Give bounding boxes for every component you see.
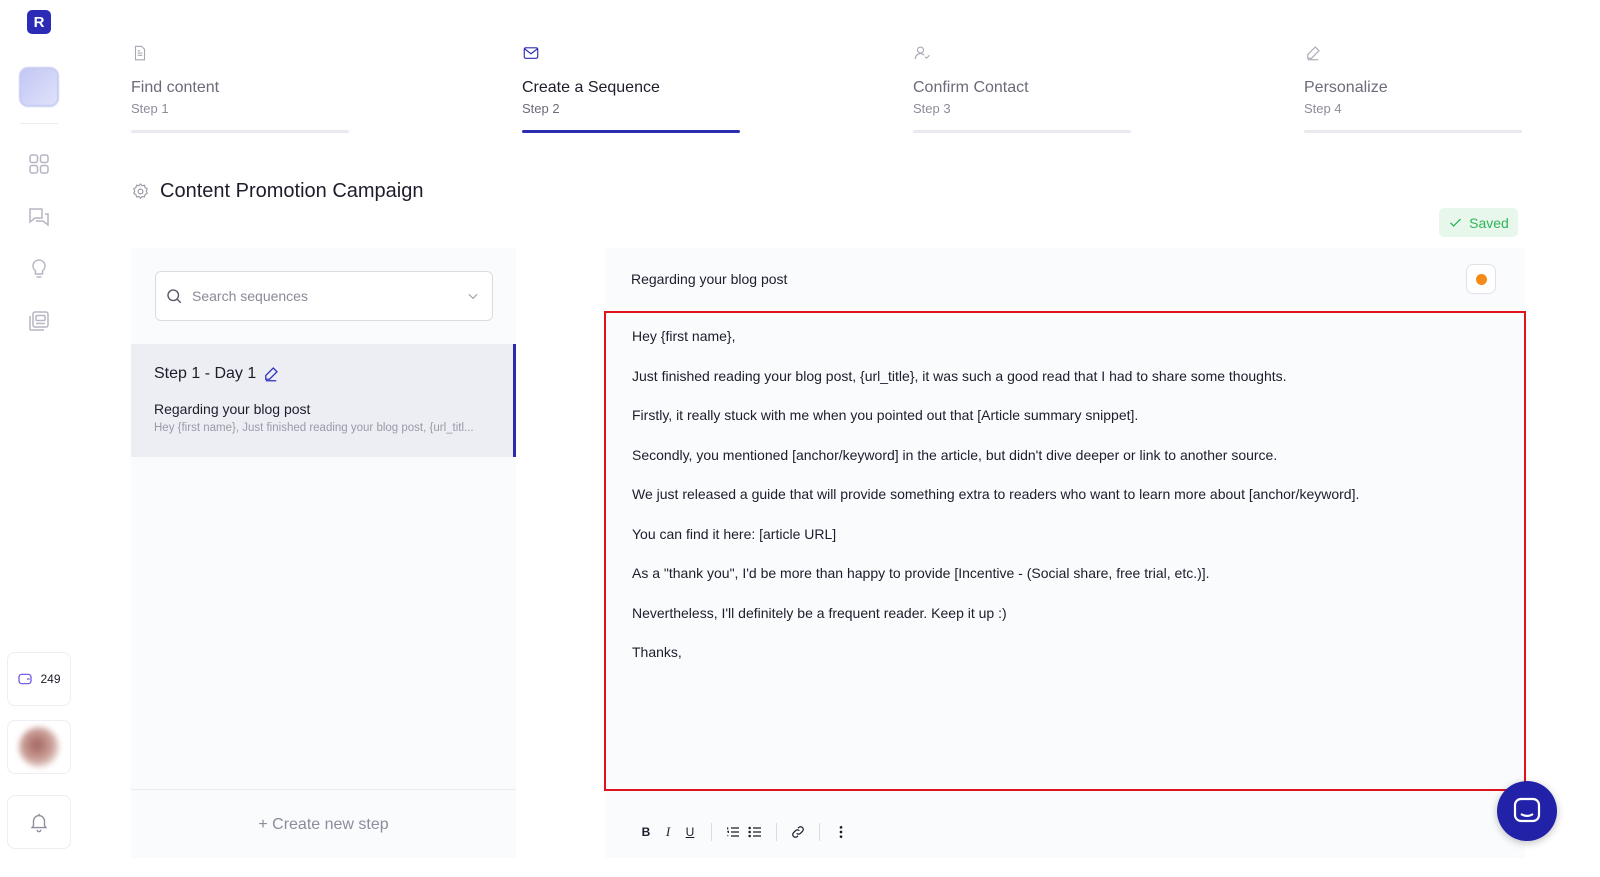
bold-button[interactable]: B (635, 821, 657, 843)
document-icon (131, 44, 349, 67)
step-progress-bar (522, 130, 740, 133)
chat-icon[interactable] (26, 204, 52, 230)
page-title: Content Promotion Campaign (160, 180, 424, 202)
step-progress-bar (1304, 130, 1522, 133)
status-indicator-button[interactable] (1466, 264, 1496, 294)
step-number: Step 3 (913, 101, 951, 116)
step-personalize[interactable]: Personalize Step 4 (1304, 44, 1522, 136)
app-root: R 249 Find content Step 1 Create a Seque… (0, 0, 1600, 877)
sequence-step-item[interactable]: Step 1 - Day 1 Regarding your blog post … (131, 344, 516, 457)
email-body-line: Firstly, it really stuck with me when yo… (632, 407, 1139, 423)
sequence-search[interactable] (155, 271, 493, 321)
workspace-avatar[interactable] (19, 67, 59, 107)
underline-button[interactable]: U (679, 821, 701, 843)
toolbar-divider (819, 823, 820, 841)
step-title: Personalize (1304, 79, 1388, 96)
email-body-line: You can find it here: [article URL] (632, 525, 837, 542)
user-avatar-button[interactable] (7, 720, 71, 774)
create-new-step-button[interactable]: + Create new step (131, 816, 516, 834)
panel-divider (131, 789, 516, 790)
edit-icon[interactable] (262, 365, 280, 383)
email-subject[interactable]: Regarding your blog post (631, 271, 787, 287)
step-number: Step 4 (1304, 101, 1342, 116)
link-icon (792, 826, 804, 838)
more-options-button[interactable] (830, 821, 852, 843)
sequence-step-preview: Hey {first name}, Just finished reading … (154, 422, 474, 434)
step-title: Find content (131, 79, 220, 96)
toolbar-divider (776, 823, 777, 841)
step-progress-bar (131, 130, 349, 133)
bell-icon (30, 813, 48, 833)
formatting-toolbar: B I U (635, 821, 852, 843)
email-body-line: Nevertheless, I'll definitely be a frequ… (632, 604, 1007, 621)
sequence-list-panel: Step 1 - Day 1 Regarding your blog post … (131, 248, 516, 858)
support-chat-button[interactable] (1497, 781, 1557, 841)
step-confirm-contact[interactable]: Confirm Contact Step 3 (913, 44, 1131, 136)
more-vertical-icon (839, 826, 843, 838)
app-logo[interactable]: R (27, 10, 51, 34)
sequence-step-header: Step 1 - Day 1 (154, 365, 280, 383)
gear-icon[interactable] (131, 182, 150, 201)
left-rail: R 249 (0, 0, 78, 877)
email-body-editor[interactable]: Hey {first name}, Just finished reading … (604, 311, 1526, 791)
sequence-step-subject: Regarding your blog post (154, 401, 311, 417)
templates-icon[interactable] (26, 308, 52, 334)
wallet-icon (18, 673, 33, 685)
email-body-line: Thanks, (632, 644, 682, 660)
sequence-step-label: Step 1 - Day 1 (154, 365, 257, 382)
step-number: Step 2 (522, 101, 560, 116)
check-icon (1450, 218, 1462, 227)
numbered-list-icon (727, 827, 739, 837)
rail-divider (20, 123, 58, 124)
link-button[interactable] (787, 821, 809, 843)
email-body-line: We just released a guide that will provi… (632, 486, 1360, 502)
credits-badge[interactable]: 249 (7, 652, 71, 706)
chevron-down-icon[interactable] (466, 289, 480, 303)
email-body-line: Just finished reading your blog post, {u… (632, 367, 1287, 384)
italic-button[interactable]: I (657, 821, 679, 843)
dashboard-icon[interactable] (26, 151, 52, 177)
pen-icon (1304, 44, 1522, 67)
bullet-list-button[interactable] (744, 821, 766, 843)
email-body-line: Secondly, you mentioned [anchor/keyword]… (632, 446, 1278, 463)
avatar (19, 727, 59, 767)
status-dot (1475, 273, 1487, 285)
notifications-button[interactable] (7, 795, 71, 849)
toolbar-divider (711, 823, 712, 841)
user-check-icon (913, 44, 1131, 67)
email-body-line: As a "thank you", I'd be more than happy… (632, 565, 1210, 581)
saved-status-badge: Saved (1439, 208, 1518, 237)
bullet-list-icon (748, 826, 761, 838)
numbered-list-button[interactable] (722, 821, 744, 843)
email-body-line: Hey {first name}, (632, 328, 736, 344)
email-editor: Regarding your blog post Hey {first name… (604, 248, 1526, 858)
credits-count: 249 (40, 672, 61, 686)
chat-bubble-icon (1513, 797, 1541, 823)
search-input[interactable] (192, 288, 452, 304)
campaign-header: Content Promotion Campaign (131, 180, 423, 203)
mail-icon (522, 44, 740, 67)
step-title: Confirm Contact (913, 79, 1029, 96)
step-progress-bar (913, 130, 1131, 133)
step-title: Create a Sequence (522, 79, 660, 96)
search-icon (167, 289, 182, 304)
step-find-content[interactable]: Find content Step 1 (131, 44, 349, 136)
step-number: Step 1 (131, 101, 169, 116)
lightbulb-icon[interactable] (26, 256, 52, 282)
step-create-sequence[interactable]: Create a Sequence Step 2 (522, 44, 740, 136)
saved-label: Saved (1469, 214, 1509, 231)
